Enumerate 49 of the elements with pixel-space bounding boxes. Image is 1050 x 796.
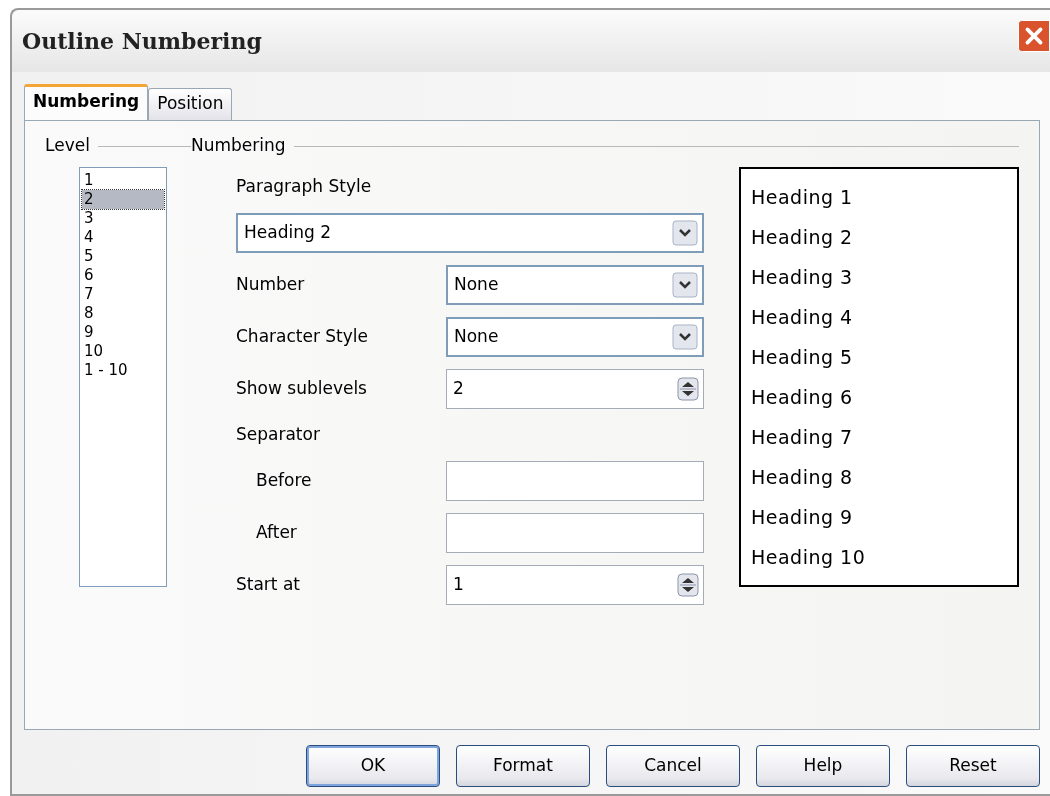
- field-label: Paragraph Style: [236, 175, 372, 199]
- preview-text: Heading 10: [751, 545, 867, 570]
- preview-text: Heading 4: [751, 305, 854, 330]
- list-item[interactable]: 6: [82, 266, 164, 285]
- field-label: Show sublevels: [236, 378, 367, 399]
- group-label: Numbering: [191, 134, 286, 158]
- field-label: Number: [236, 274, 305, 295]
- list-item[interactable]: 9: [82, 323, 164, 342]
- dialog-button[interactable]: OK: [306, 745, 440, 787]
- field-label: After: [256, 522, 297, 543]
- dialog-button[interactable]: Help: [756, 745, 890, 787]
- spin-arrows-icon[interactable]: [677, 573, 699, 597]
- dropdown[interactable]: None: [446, 265, 704, 305]
- group-label: Level: [45, 134, 90, 158]
- preview-text: Heading 6: [751, 385, 854, 410]
- tab[interactable]: Position: [148, 88, 233, 120]
- list-item[interactable]: 5: [82, 247, 164, 266]
- dialog-button[interactable]: Cancel: [606, 745, 740, 787]
- preview-text: Heading 9: [751, 505, 854, 530]
- preview-text: Heading 7: [751, 425, 854, 450]
- preview-text: Heading 3: [751, 265, 854, 290]
- field-label: Start at: [236, 574, 300, 595]
- field-label: Character Style: [236, 326, 369, 347]
- preview-text: Heading 1: [751, 185, 854, 210]
- window-title: Outline Numbering: [22, 26, 262, 56]
- dropdown[interactable]: None: [446, 317, 704, 357]
- level-list[interactable]: 1 2 3 4 5 6 7 8 9 10 1 - 10: [79, 167, 167, 587]
- preview-text: Heading 5: [751, 345, 854, 370]
- dialog-button[interactable]: Reset: [906, 745, 1040, 787]
- tab[interactable]: Numbering: [24, 84, 149, 120]
- list-item[interactable]: 7: [82, 285, 164, 304]
- list-item[interactable]: 3: [82, 209, 164, 228]
- list-item[interactable]: 8: [82, 304, 164, 323]
- input-field[interactable]: [446, 513, 704, 553]
- dialog-button[interactable]: Format: [456, 745, 590, 787]
- list-item[interactable]: 1 - 10: [82, 361, 164, 380]
- list-item[interactable]: 10: [82, 342, 164, 361]
- field-label: Before: [256, 470, 312, 491]
- list-item[interactable]: 1: [82, 171, 164, 190]
- input-field[interactable]: [446, 461, 704, 501]
- preview-text: Heading 2: [751, 225, 854, 250]
- spin-box[interactable]: 1: [446, 565, 704, 605]
- preview-text: Heading 8: [751, 465, 854, 490]
- list-item[interactable]: 2: [82, 190, 164, 209]
- list-item[interactable]: 4: [82, 228, 164, 247]
- spin-arrows-icon[interactable]: [677, 377, 699, 401]
- field-label: Separator: [236, 423, 320, 447]
- spin-box[interactable]: 2: [446, 369, 704, 409]
- dropdown[interactable]: Heading 2: [236, 213, 704, 253]
